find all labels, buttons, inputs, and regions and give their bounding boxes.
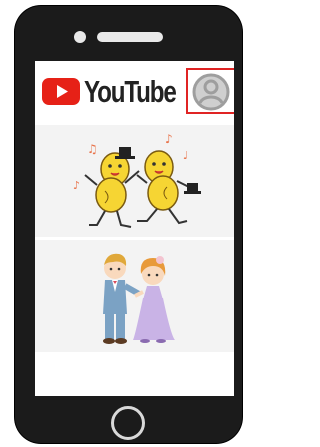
svg-text:♪: ♪ <box>165 132 173 146</box>
brand-label: YouTube <box>84 74 177 109</box>
home-button[interactable] <box>111 406 145 440</box>
youtube-logo-icon[interactable] <box>42 78 80 105</box>
app-header: YouTube <box>35 61 234 125</box>
video-thumbnail-wedding[interactable] <box>35 240 234 352</box>
account-icon <box>192 73 230 111</box>
phone-frame: YouTube ♫ ♪ ♪ ♩ <box>15 6 242 443</box>
front-camera <box>74 31 86 43</box>
video-thumbnail-peanuts[interactable]: ♫ ♪ ♪ ♩ <box>35 125 234 237</box>
svg-text:♫: ♫ <box>87 142 98 156</box>
svg-text:♪: ♪ <box>73 179 80 192</box>
svg-text:♩: ♩ <box>183 149 188 162</box>
account-button[interactable] <box>186 68 234 114</box>
speaker-grille <box>97 32 163 42</box>
phone-screen: YouTube ♫ ♪ ♪ ♩ <box>35 61 234 396</box>
